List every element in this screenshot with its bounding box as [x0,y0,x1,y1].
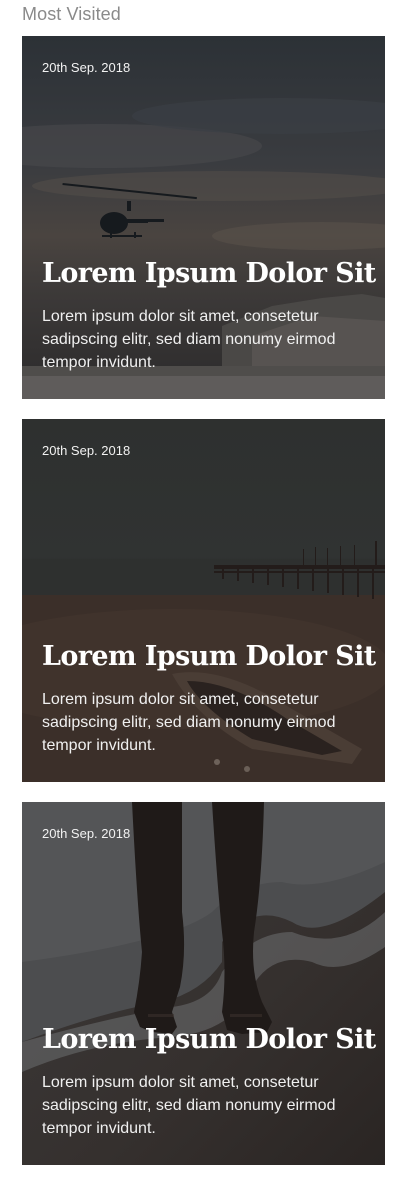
card-excerpt: Lorem ipsum dolor sit amet, consetetur s… [42,1074,336,1137]
article-card[interactable]: 20th Sep. 2018 Lorem Ipsum Dolor Sit Lor… [22,419,385,782]
card-excerpt: Lorem ipsum dolor sit amet, consetetur s… [42,691,336,754]
card-title[interactable]: Lorem Ipsum Dolor Sit [42,1024,376,1055]
article-card[interactable]: 20th Sep. 2018 Lorem Ipsum Dolor Sit Lor… [22,802,385,1165]
card-date: 20th Sep. 2018 [42,60,131,75]
article-card[interactable]: 20th Sep. 2018 Lorem Ipsum Dolor Sit Lor… [22,36,385,399]
section-title: Most Visited [22,4,121,24]
card-excerpt: Lorem ipsum dolor sit amet, consetetur s… [42,308,336,371]
card-title[interactable]: Lorem Ipsum Dolor Sit [42,258,376,289]
card-title[interactable]: Lorem Ipsum Dolor Sit [42,641,376,672]
card-date: 20th Sep. 2018 [42,826,131,841]
most-visited-section: Most Visited 20th Sep. 2018 Lorem Ipsum … [0,0,401,1189]
card-date: 20th Sep. 2018 [42,443,131,458]
